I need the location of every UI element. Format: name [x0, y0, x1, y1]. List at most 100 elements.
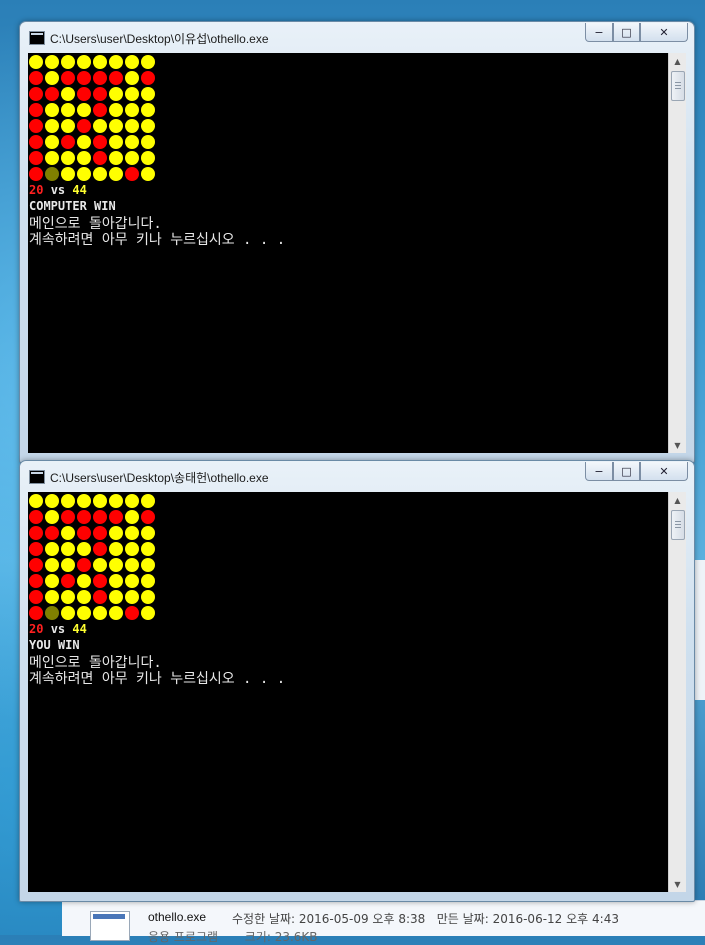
yellow-disc	[45, 494, 59, 508]
yellow-disc	[141, 542, 155, 556]
explorer-file-extra: 응용 프로그램 크기: 23.6KB	[148, 928, 318, 945]
board-cell	[44, 102, 60, 118]
board-cell	[60, 541, 76, 557]
vertical-scrollbar[interactable]: ▲ ▼	[668, 53, 686, 453]
board-cell	[60, 493, 76, 509]
yellow-disc	[109, 119, 123, 133]
board-cell	[92, 541, 108, 557]
board-cell	[44, 118, 60, 134]
minimize-button[interactable]: −	[585, 23, 613, 42]
board-cell	[108, 573, 124, 589]
board-cell	[124, 86, 140, 102]
red-disc	[29, 558, 43, 572]
board-cell	[28, 557, 44, 573]
yellow-disc	[93, 606, 107, 620]
red-disc	[45, 526, 59, 540]
cursor-disc	[45, 167, 59, 181]
board-cell	[76, 557, 92, 573]
red-disc	[141, 71, 155, 85]
scrollbar-thumb[interactable]	[671, 71, 685, 101]
console-window-icon[interactable]	[29, 470, 45, 484]
board-cell	[140, 573, 156, 589]
yellow-disc	[77, 103, 91, 117]
scroll-down-arrow-icon[interactable]: ▼	[669, 876, 686, 892]
board-cell	[44, 557, 60, 573]
press-any-key-message: 계속하려면 아무 키나 누르십시오 . . .	[29, 671, 286, 687]
board-cell	[28, 589, 44, 605]
board-cell	[76, 541, 92, 557]
close-button[interactable]: ✕	[640, 462, 688, 481]
explorer-modified: 수정한 날짜: 2016-05-09 오후 8:38	[232, 912, 426, 926]
board-cell	[124, 573, 140, 589]
yellow-disc	[77, 151, 91, 165]
board-cell	[44, 573, 60, 589]
scroll-up-arrow-icon[interactable]: ▲	[669, 492, 686, 508]
maximize-button[interactable]: □	[613, 462, 640, 481]
yellow-disc	[109, 558, 123, 572]
yellow-disc	[77, 542, 91, 556]
yellow-disc	[125, 87, 139, 101]
board-cell	[92, 166, 108, 182]
board-cell	[76, 525, 92, 541]
yellow-disc	[125, 510, 139, 524]
console-window-icon[interactable]	[29, 31, 45, 45]
board-cell	[28, 493, 44, 509]
yellow-disc	[125, 103, 139, 117]
yellow-disc	[61, 167, 75, 181]
board-cell	[108, 54, 124, 70]
close-button[interactable]: ✕	[640, 23, 688, 42]
red-disc	[93, 574, 107, 588]
red-disc	[61, 574, 75, 588]
yellow-disc	[109, 542, 123, 556]
yellow-disc	[45, 135, 59, 149]
console-window-2[interactable]: C:\Users\user\Desktop\송태헌\othello.exe − …	[19, 460, 695, 902]
scrollbar-thumb[interactable]	[671, 510, 685, 540]
console-output[interactable]: 20 vs 44 YOU WIN 메인으로 돌아갑니다. 계속하려면 아무 키나…	[28, 492, 668, 892]
yellow-disc	[109, 103, 123, 117]
title-bar[interactable]: C:\Users\user\Desktop\이유섭\othello.exe − …	[20, 22, 694, 52]
title-bar[interactable]: C:\Users\user\Desktop\송태헌\othello.exe − …	[20, 461, 694, 491]
board-cell	[60, 86, 76, 102]
board-cell	[124, 493, 140, 509]
red-disc	[93, 526, 107, 540]
maximize-button[interactable]: □	[613, 23, 640, 42]
board-cell	[76, 509, 92, 525]
board-cell	[140, 150, 156, 166]
red-disc	[29, 574, 43, 588]
board-cell	[92, 605, 108, 621]
board-cell	[28, 509, 44, 525]
vertical-scrollbar[interactable]: ▲ ▼	[668, 492, 686, 892]
yellow-disc	[45, 55, 59, 69]
board-cell	[76, 134, 92, 150]
minimize-button[interactable]: −	[585, 462, 613, 481]
board-cell	[108, 150, 124, 166]
red-disc	[29, 606, 43, 620]
board-cell	[44, 525, 60, 541]
board-cell	[28, 166, 44, 182]
console-window-1[interactable]: C:\Users\user\Desktop\이유섭\othello.exe − …	[19, 21, 695, 463]
board-cell	[92, 102, 108, 118]
yellow-disc	[93, 55, 107, 69]
scroll-up-arrow-icon[interactable]: ▲	[669, 53, 686, 69]
board-cell	[108, 605, 124, 621]
board-cell	[124, 509, 140, 525]
explorer-file-name[interactable]: othello.exe	[148, 910, 206, 924]
board-cell	[92, 150, 108, 166]
explorer-type: 응용 프로그램	[148, 930, 219, 944]
board-cell	[44, 54, 60, 70]
board-cell	[140, 589, 156, 605]
board-cell	[28, 86, 44, 102]
board-cell	[76, 573, 92, 589]
board-cell	[60, 102, 76, 118]
yellow-disc	[61, 119, 75, 133]
board-cell	[44, 541, 60, 557]
board-cell	[60, 150, 76, 166]
scroll-down-arrow-icon[interactable]: ▼	[669, 437, 686, 453]
console-output[interactable]: 20 vs 44 COMPUTER WIN 메인으로 돌아갑니다. 계속하려면 …	[28, 53, 668, 453]
board-cell	[140, 541, 156, 557]
yellow-disc	[29, 55, 43, 69]
board-cell	[28, 70, 44, 86]
yellow-disc	[93, 494, 107, 508]
board-cell	[60, 557, 76, 573]
board-cell	[92, 557, 108, 573]
